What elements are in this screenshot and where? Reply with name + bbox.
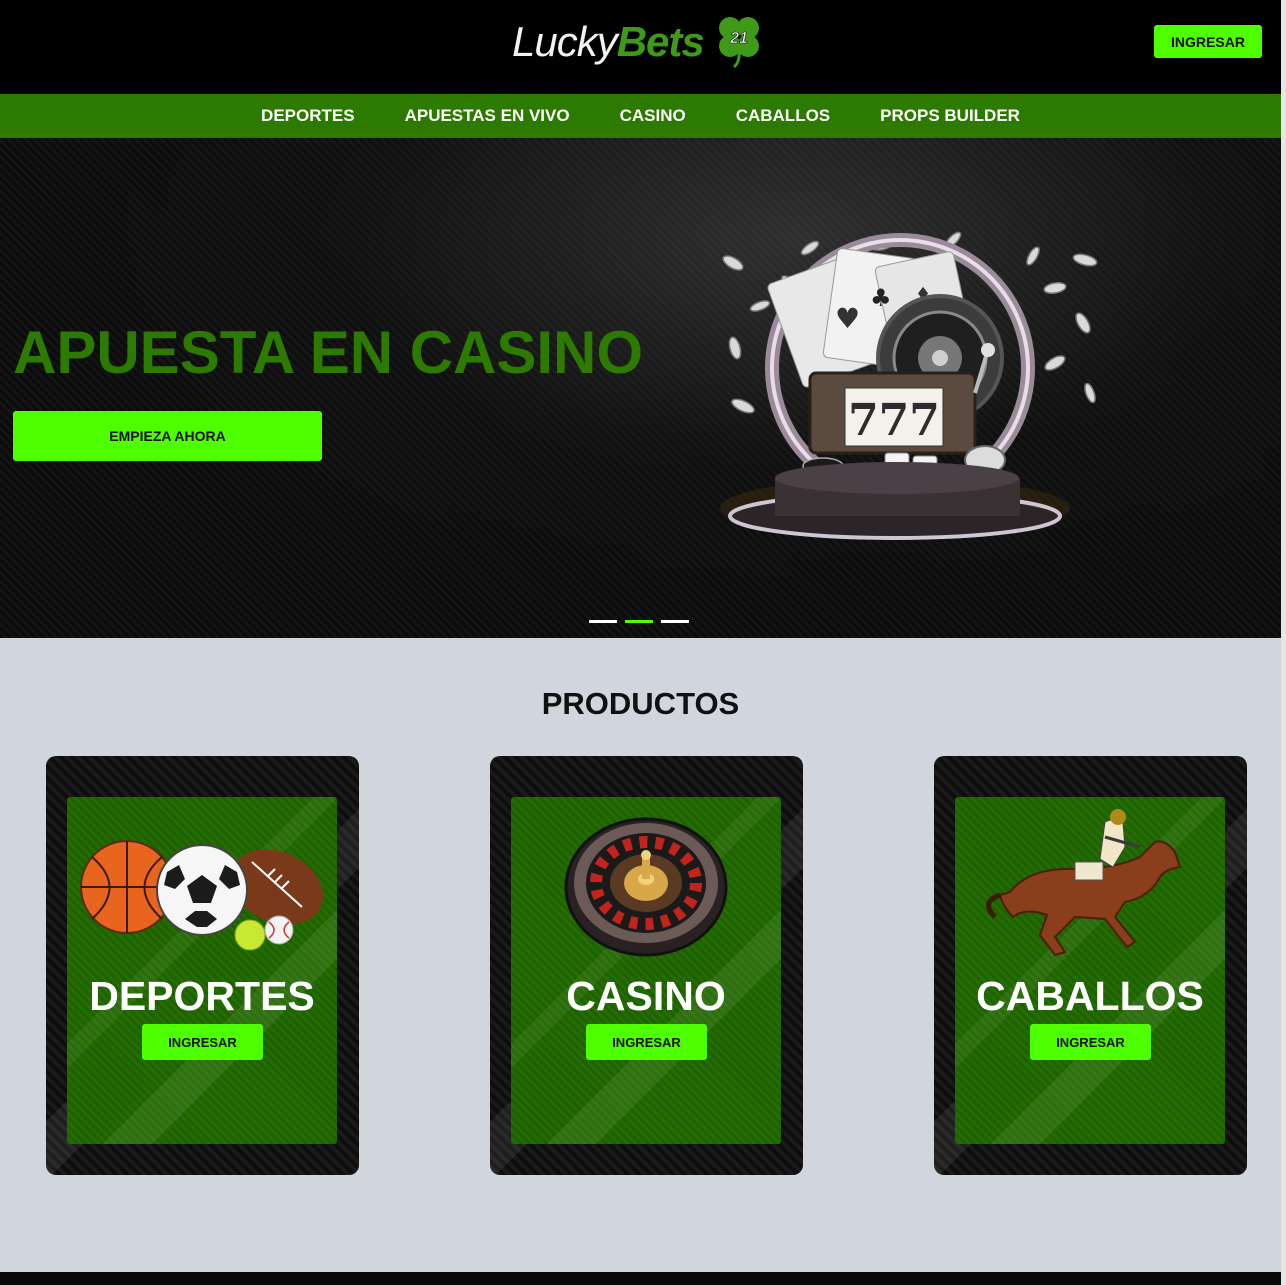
slot-digits: 777 [848,395,940,446]
roulette-wheel-icon [564,817,728,957]
card-title: CABALLOS [976,973,1204,1019]
enter-casino-button[interactable]: INGRESAR [586,1024,707,1060]
card-panel: CASINO INGRESAR [511,797,781,1144]
main-nav: DEPORTES APUESTAS EN VIVO CASINO CABALLO… [0,94,1281,138]
nav-item-casino[interactable]: CASINO [620,106,686,126]
carousel-indicators [589,620,689,623]
svg-text:♥: ♥ [835,302,860,335]
carousel-dot-1[interactable] [589,620,617,623]
carousel-dot-3[interactable] [661,620,689,623]
product-card-casino: CASINO INGRESAR [490,756,803,1175]
nav-item-props-builder[interactable]: PROPS BUILDER [880,106,1020,126]
nav-item-apuestas-en-vivo[interactable]: APUESTAS EN VIVO [405,106,570,126]
svg-text:♣: ♣ [870,284,892,312]
casino-slot-illustration: ♥ ♣ ♦ 777 [720,231,1098,540]
product-card-deportes: DEPORTES INGRESAR [46,756,359,1175]
luckybets-logo[interactable]: LuckyBets 21 [512,12,768,70]
logo-bets-text: Bets [616,18,705,65]
card-title: CASINO [566,973,726,1019]
nav-item-caballos[interactable]: CABALLOS [736,106,830,126]
logo-wordmark: LuckyBets [512,18,705,66]
logo-lucky-text: Lucky [512,18,618,65]
nav-item-deportes[interactable]: DEPORTES [261,106,355,126]
product-card-caballos: CABALLOS INGRESAR [934,756,1247,1175]
card-title: DEPORTES [89,973,315,1019]
scrollbar[interactable] [1281,0,1286,1285]
footer-strip [0,1272,1281,1285]
card-panel: CABALLOS INGRESAR [955,797,1225,1144]
hero-banner: APUESTA EN CASINO EMPIEZA AHORA ♥ ♣ ♦ 77… [0,138,1281,638]
carousel-dot-2[interactable] [625,620,653,623]
top-header: LuckyBets 21 INGRESAR [0,0,1281,94]
enter-deportes-button[interactable]: INGRESAR [142,1024,263,1060]
logo-number: 21 [729,30,748,47]
sports-balls-icon [80,840,323,951]
start-now-button[interactable]: EMPIEZA AHORA [13,411,322,461]
login-button[interactable]: INGRESAR [1154,25,1262,58]
clover-icon: 21 [719,17,759,68]
hero-title: APUESTA EN CASINO [13,319,644,386]
card-panel: DEPORTES INGRESAR [67,797,337,1144]
enter-caballos-button[interactable]: INGRESAR [1030,1024,1151,1060]
racehorse-icon [986,809,1182,957]
products-title: PRODUCTOS [541,686,740,721]
products-section: PRODUCTOS DEPORTES INGRESAR CASINO INGRE… [0,638,1281,1272]
